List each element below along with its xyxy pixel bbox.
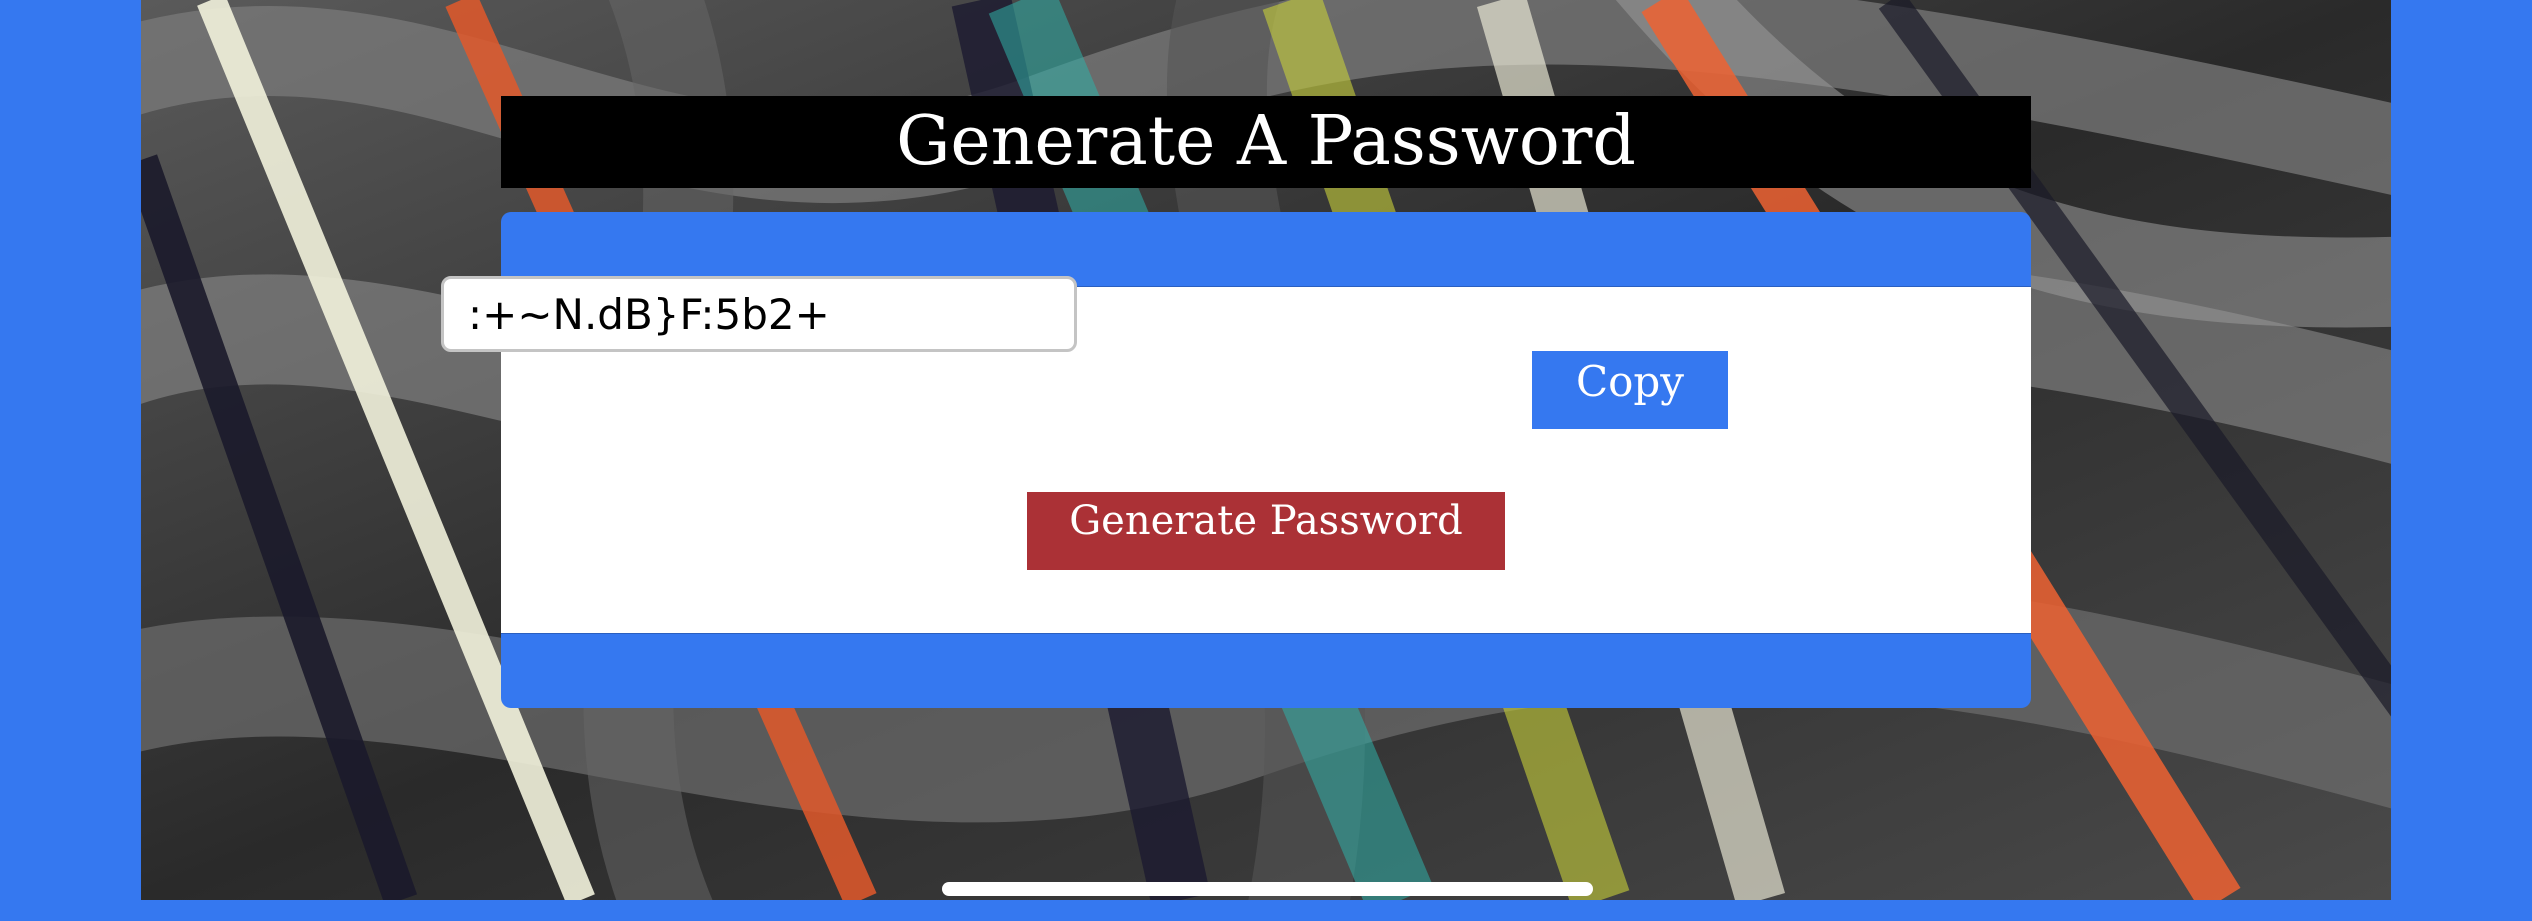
password-output-field[interactable] bbox=[441, 276, 1077, 352]
copy-button[interactable]: Copy bbox=[1532, 351, 1728, 429]
home-indicator bbox=[942, 882, 1593, 896]
page-title: Generate A Password bbox=[896, 102, 1636, 181]
app-screen: Generate A Password Copy Generate Passwo… bbox=[141, 0, 2391, 900]
title-bar: Generate A Password bbox=[501, 96, 2031, 188]
generate-password-button[interactable]: Generate Password bbox=[1027, 492, 1505, 570]
